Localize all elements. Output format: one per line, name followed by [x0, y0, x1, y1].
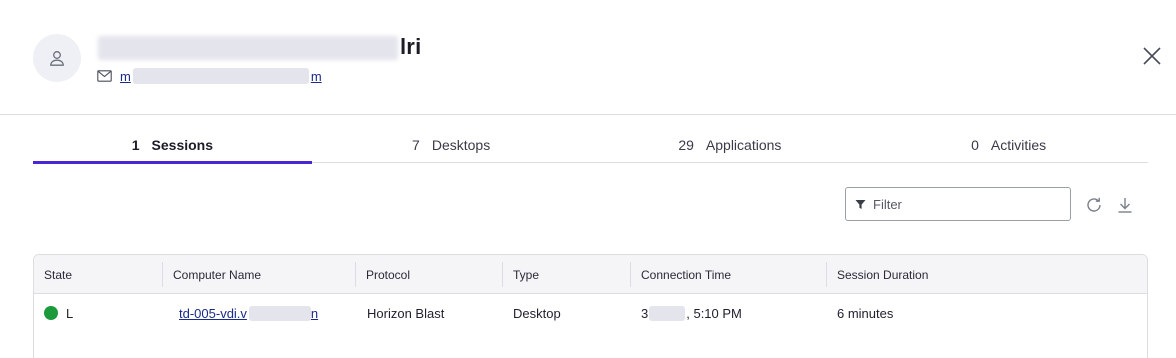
download-icon[interactable] — [1115, 195, 1135, 215]
user-name: lri — [98, 34, 422, 61]
user-name-text: lri — [400, 34, 422, 59]
email-link[interactable]: m m — [120, 68, 322, 84]
tab-label: Sessions — [151, 137, 214, 153]
computer-name-cell: td-005-vdi.v n — [179, 295, 318, 331]
column-header-computer-name[interactable]: Computer Name — [162, 262, 261, 287]
redacted-computer-name — [248, 305, 311, 321]
mail-icon — [97, 70, 112, 82]
type-cell: Desktop — [513, 305, 561, 321]
tab-label: Activities — [990, 137, 1047, 153]
table-header: State Computer Name Protocol Type Connec… — [34, 255, 1147, 294]
filter-icon — [855, 199, 866, 209]
column-header-connection-time[interactable]: Connection Time — [630, 262, 731, 287]
tab-applications[interactable]: 29 Applications — [591, 128, 870, 162]
column-header-type[interactable]: Type — [502, 262, 539, 287]
connection-time-cell: 3 , 5:10 PM — [641, 295, 742, 331]
tab-count: 7 — [412, 137, 420, 153]
column-header-protocol[interactable]: Protocol — [355, 262, 410, 287]
tab-bar: 1 Sessions 7 Desktops 29 Applications 0 … — [33, 128, 1148, 164]
tab-sessions[interactable]: 1 Sessions — [33, 128, 312, 164]
protocol-cell: Horizon Blast — [367, 305, 445, 321]
computer-name-suffix: n — [310, 305, 319, 321]
tab-label: Desktops — [431, 137, 491, 153]
column-header-state[interactable]: State — [34, 255, 72, 294]
tab-label: Applications — [705, 137, 782, 153]
tab-count: 1 — [131, 137, 140, 153]
connection-time-prefix: 3 — [641, 305, 649, 321]
filter-field[interactable] — [845, 187, 1071, 221]
close-icon[interactable] — [1140, 44, 1164, 68]
connection-time-suffix: , 5:10 PM — [686, 305, 742, 321]
computer-name-text: td-005-vdi.v — [179, 305, 247, 321]
filter-input[interactable] — [873, 196, 1053, 212]
email-suffix: m — [310, 68, 322, 84]
user-icon — [50, 51, 64, 66]
redacted-connection-date — [649, 305, 686, 321]
tab-count: 0 — [971, 137, 979, 153]
computer-name-link[interactable]: td-005-vdi.v n — [179, 305, 319, 321]
state-cell: L — [44, 295, 73, 331]
column-header-session-duration[interactable]: Session Duration — [826, 262, 928, 287]
table-row[interactable]: L td-005-vdi.v n Horizon Blast Desktop 3… — [34, 295, 1147, 331]
tab-count: 29 — [678, 137, 694, 153]
email-prefix: m — [120, 68, 131, 84]
sessions-table: State Computer Name Protocol Type Connec… — [33, 254, 1148, 358]
state-value: L — [66, 305, 74, 321]
redacted-name — [98, 36, 398, 61]
refresh-icon[interactable] — [1084, 195, 1104, 215]
redacted-email — [132, 68, 309, 84]
tab-activities[interactable]: 0 Activities — [869, 128, 1148, 162]
status-dot — [44, 306, 58, 320]
user-header: lri m m — [0, 0, 1176, 115]
avatar — [33, 34, 81, 82]
email-row: m m — [97, 68, 322, 84]
tab-desktops[interactable]: 7 Desktops — [312, 128, 591, 162]
session-duration-cell: 6 minutes — [837, 305, 894, 321]
